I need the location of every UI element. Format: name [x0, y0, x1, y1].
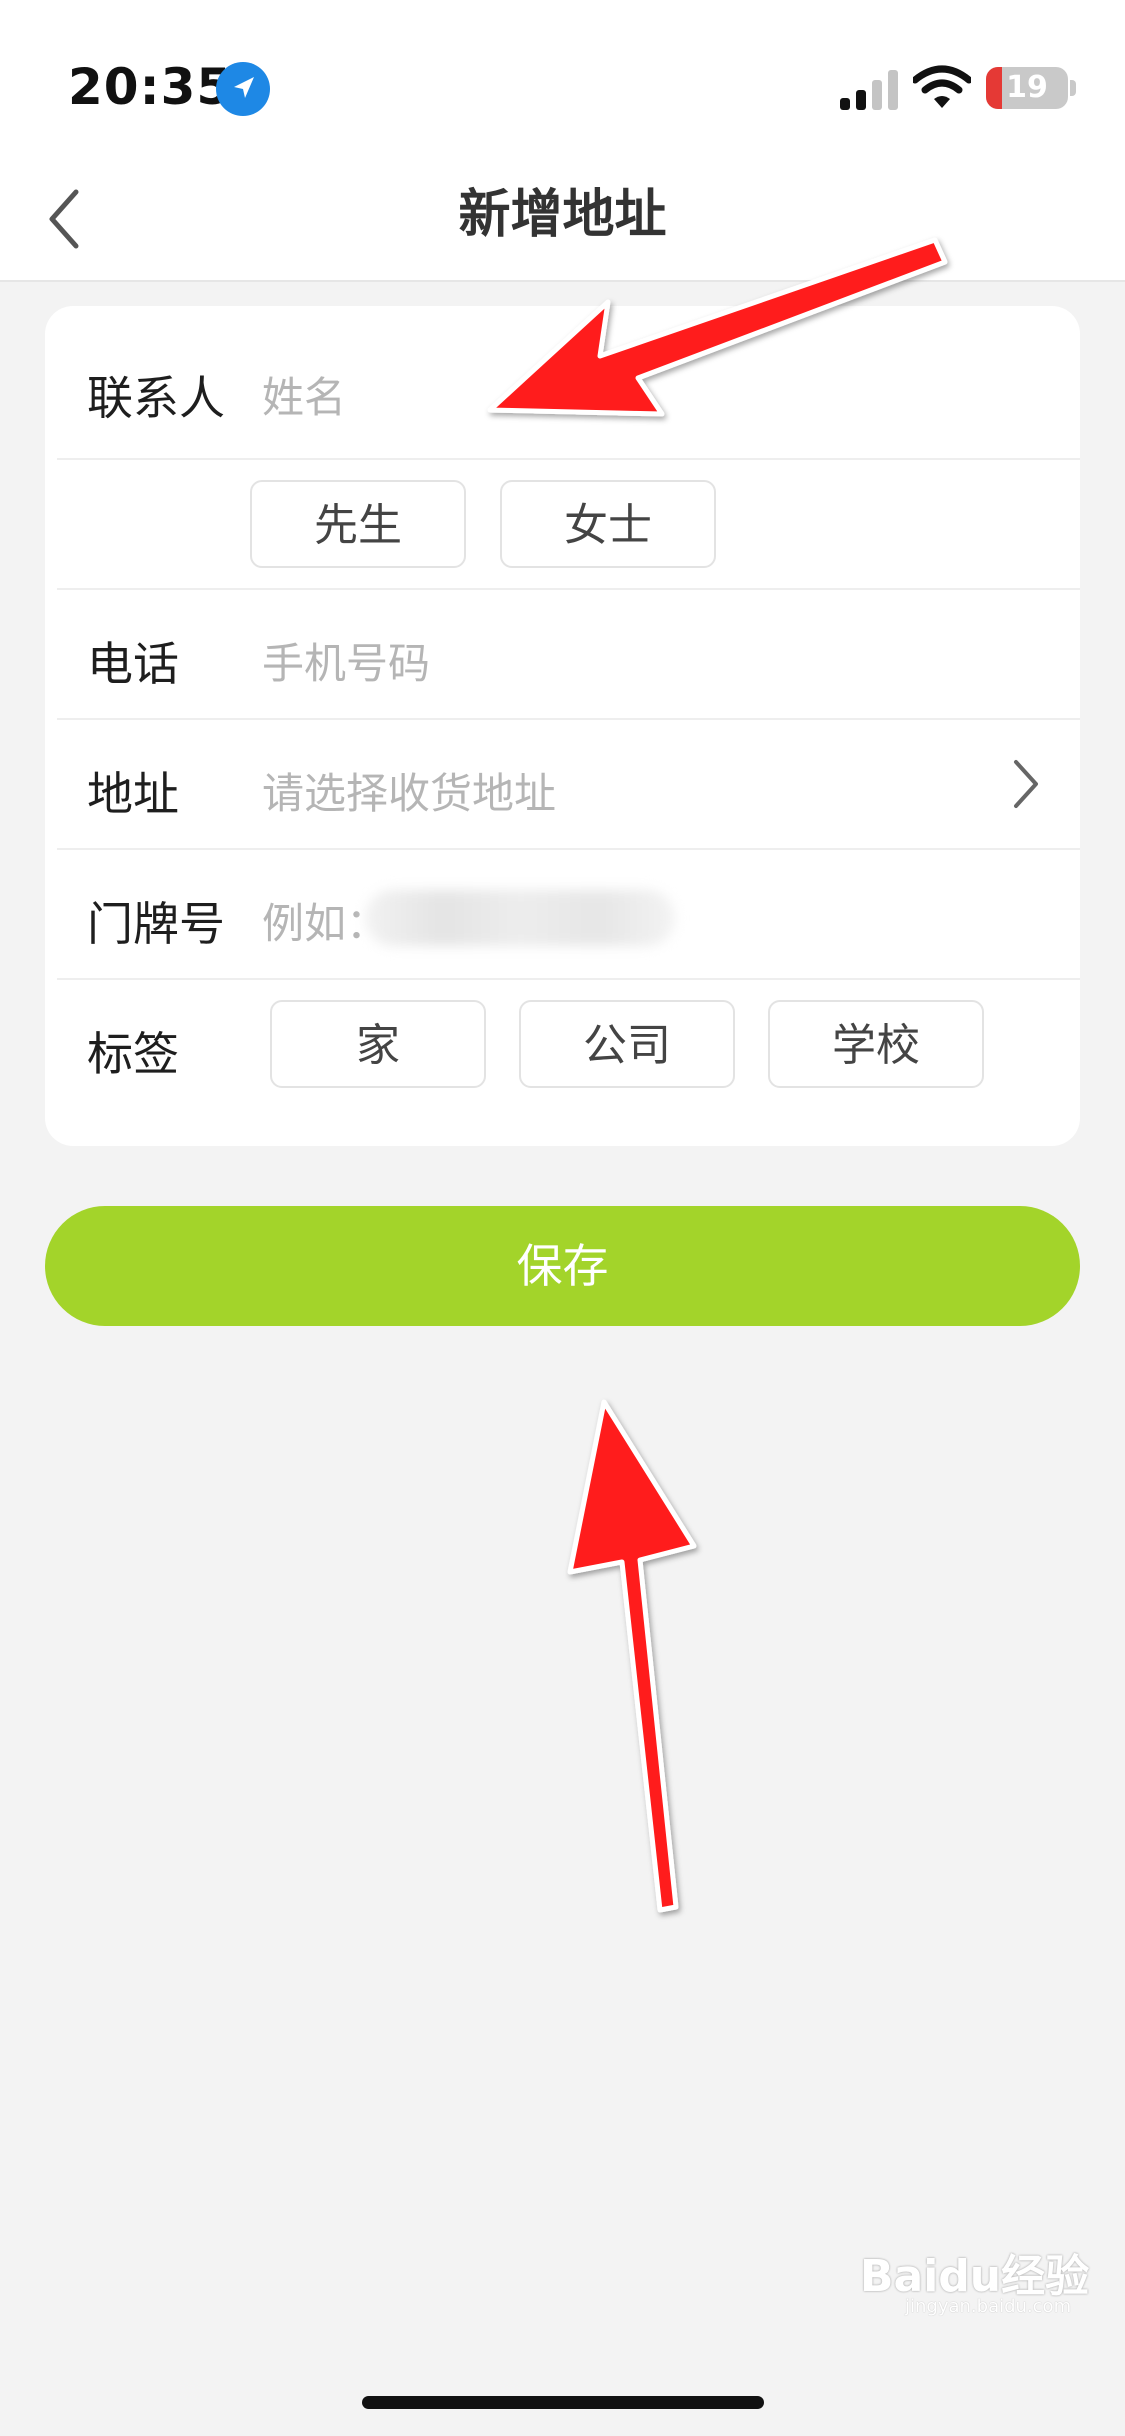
- tags-row: 标签 家 公司 学校: [57, 980, 1080, 1120]
- save-button[interactable]: 保存: [45, 1206, 1080, 1326]
- home-indicator[interactable]: [362, 2396, 764, 2409]
- watermark-logo: Baidu经验: [860, 2251, 1090, 2302]
- battery-icon: 19: [986, 67, 1068, 109]
- annotation-arrow-bottom: [567, 1399, 697, 1913]
- phone-label: 电话: [87, 637, 179, 691]
- tag-option-school[interactable]: 学校: [768, 1000, 984, 1088]
- watermark-url: jingyan.baidu.com: [905, 2296, 1072, 2317]
- blurred-example-text: [365, 890, 675, 946]
- phone-input[interactable]: 手机号码: [262, 630, 430, 691]
- tag-option-company[interactable]: 公司: [519, 1000, 735, 1088]
- page-title: 新增地址: [458, 185, 667, 245]
- status-time: 20:35: [68, 58, 233, 116]
- address-form-card: 联系人 姓名 先生 女士 电话 手机号码 地址 请选择收货地址 门牌号 例如： …: [45, 306, 1080, 1146]
- address-row[interactable]: 地址 请选择收货地址: [57, 720, 1080, 850]
- cellular-signal-icon: [840, 70, 898, 110]
- address-selector[interactable]: 请选择收货地址: [262, 760, 556, 821]
- address-label: 地址: [87, 767, 179, 821]
- status-bar: 20:35 19: [0, 0, 1125, 160]
- gender-option-mr[interactable]: 先生: [250, 480, 466, 568]
- location-arrow-icon: [216, 62, 270, 116]
- battery-percentage: 19: [1006, 70, 1048, 105]
- nav-bar: 新增地址: [0, 160, 1125, 282]
- contact-row: 联系人 姓名: [57, 306, 1080, 460]
- tags-label: 标签: [87, 1027, 179, 1081]
- contact-label: 联系人: [87, 371, 225, 425]
- wifi-icon: [913, 65, 971, 108]
- house-number-label: 门牌号: [87, 897, 225, 951]
- gender-option-ms[interactable]: 女士: [500, 480, 716, 568]
- phone-row: 电话 手机号码: [57, 590, 1080, 720]
- tag-option-home[interactable]: 家: [270, 1000, 486, 1088]
- contact-name-input[interactable]: 姓名: [262, 364, 346, 425]
- chevron-right-icon[interactable]: [1008, 756, 1044, 812]
- gender-row: 先生 女士: [57, 460, 1080, 590]
